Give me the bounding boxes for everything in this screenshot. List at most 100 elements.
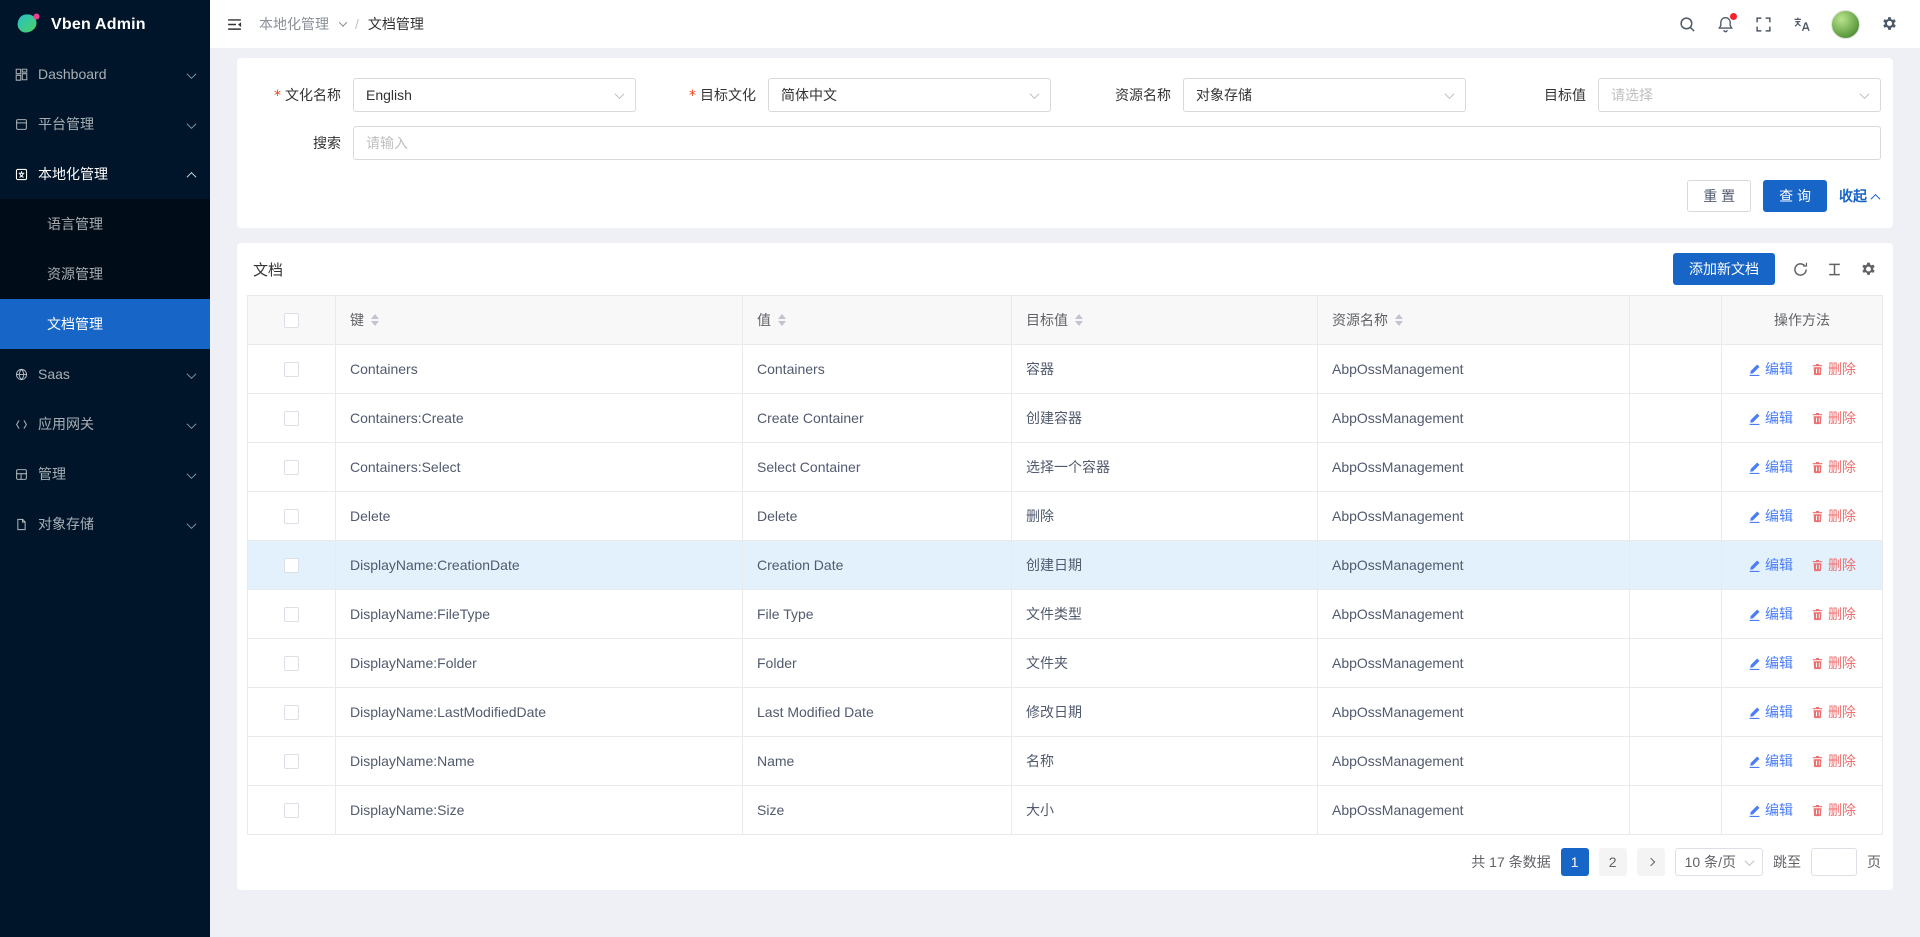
delete-button[interactable]: 删除: [1811, 604, 1856, 624]
table-row[interactable]: DisplayName:FileType File Type 文件类型 AbpO…: [248, 590, 1883, 639]
delete-button[interactable]: 删除: [1811, 555, 1856, 575]
select-all-checkbox[interactable]: [284, 313, 299, 328]
edit-button[interactable]: 编辑: [1748, 800, 1793, 820]
column-settings-gear-icon[interactable]: [1860, 261, 1877, 278]
page-size-select[interactable]: 10 条/页: [1675, 848, 1763, 876]
search-icon[interactable]: [1679, 16, 1696, 33]
sidebar-item-language-management[interactable]: 语言管理: [0, 199, 210, 249]
row-checkbox[interactable]: [284, 362, 299, 377]
sidebar-item-label: 文档管理: [47, 314, 103, 334]
user-avatar[interactable]: [1831, 10, 1860, 39]
jump-label: 跳至: [1773, 852, 1801, 872]
column-header-target[interactable]: 目标值: [1012, 296, 1318, 345]
edit-button[interactable]: 编辑: [1748, 653, 1793, 673]
culture-name-select[interactable]: English: [353, 78, 636, 112]
cell-resource: AbpOssManagement: [1318, 541, 1630, 590]
row-checkbox[interactable]: [284, 411, 299, 426]
row-checkbox[interactable]: [284, 558, 299, 573]
breadcrumb-parent[interactable]: 本地化管理: [259, 14, 329, 34]
row-checkbox[interactable]: [284, 509, 299, 524]
sidebar-item-dashboard[interactable]: Dashboard: [0, 49, 210, 99]
row-checkbox[interactable]: [284, 656, 299, 671]
fullscreen-icon[interactable]: [1755, 16, 1772, 33]
column-header-key[interactable]: 键: [336, 296, 743, 345]
row-checkbox[interactable]: [284, 607, 299, 622]
table-row[interactable]: Containers Containers 容器 AbpOssManagemen…: [248, 345, 1883, 394]
delete-button[interactable]: 删除: [1811, 408, 1856, 428]
table-row[interactable]: Delete Delete 删除 AbpOssManagement 编辑 删除: [248, 492, 1883, 541]
sidebar-item-document-management[interactable]: 文档管理: [0, 299, 210, 349]
table-row[interactable]: Containers:Select Select Container 选择一个容…: [248, 443, 1883, 492]
query-button[interactable]: 查 询: [1763, 180, 1827, 212]
next-page-button[interactable]: [1637, 848, 1665, 876]
sort-icon[interactable]: [371, 314, 379, 326]
edit-button[interactable]: 编辑: [1748, 702, 1793, 722]
sort-icon[interactable]: [1395, 314, 1403, 326]
notification-bell-icon[interactable]: [1717, 16, 1734, 33]
cell-value: File Type: [743, 590, 1012, 639]
table-row[interactable]: DisplayName:Folder Folder 文件夹 AbpOssMana…: [248, 639, 1883, 688]
row-checkbox[interactable]: [284, 754, 299, 769]
edit-button[interactable]: 编辑: [1748, 751, 1793, 771]
resource-name-label: 资源名称: [1079, 85, 1183, 105]
settings-gear-icon[interactable]: [1881, 16, 1898, 33]
collapse-link[interactable]: 收起: [1839, 186, 1879, 206]
target-value-select[interactable]: 请选择: [1598, 78, 1881, 112]
target-culture-select[interactable]: 简体中文: [768, 78, 1051, 112]
sidebar-item-platform[interactable]: 平台管理: [0, 99, 210, 149]
edit-button[interactable]: 编辑: [1748, 604, 1793, 624]
table-row[interactable]: Containers:Create Create Container 创建容器 …: [248, 394, 1883, 443]
search-input[interactable]: [354, 127, 1880, 159]
sidebar-item-gateway[interactable]: 应用网关: [0, 399, 210, 449]
row-checkbox[interactable]: [284, 803, 299, 818]
table-row[interactable]: DisplayName:Name Name 名称 AbpOssManagemen…: [248, 737, 1883, 786]
delete-button[interactable]: 删除: [1811, 702, 1856, 722]
edit-button[interactable]: 编辑: [1748, 359, 1793, 379]
delete-button[interactable]: 删除: [1811, 506, 1856, 526]
column-header-resource[interactable]: 资源名称: [1318, 296, 1630, 345]
edit-button[interactable]: 编辑: [1748, 506, 1793, 526]
sidebar-item-object-storage[interactable]: 对象存储: [0, 499, 210, 549]
logo[interactable]: Vben Admin: [0, 0, 210, 49]
documents-table: 键 值 目标值 资源名: [247, 295, 1883, 835]
sort-icon[interactable]: [1075, 314, 1083, 326]
edit-button[interactable]: 编辑: [1748, 457, 1793, 477]
menu-fold-icon[interactable]: [226, 16, 243, 33]
sidebar-item-management[interactable]: 管理: [0, 449, 210, 499]
delete-button[interactable]: 删除: [1811, 751, 1856, 771]
column-height-icon[interactable]: [1826, 261, 1843, 278]
cell-resource: AbpOssManagement: [1318, 345, 1630, 394]
page-button-1[interactable]: 1: [1561, 848, 1589, 876]
sidebar-item-resource-management[interactable]: 资源管理: [0, 249, 210, 299]
reset-button[interactable]: 重 置: [1687, 180, 1751, 212]
sort-icon[interactable]: [778, 314, 786, 326]
resource-name-value: 对象存储: [1196, 85, 1252, 105]
row-checkbox[interactable]: [284, 460, 299, 475]
notification-badge-dot: [1730, 13, 1737, 20]
row-checkbox[interactable]: [284, 705, 299, 720]
chevron-down-icon: [188, 466, 195, 482]
translate-icon[interactable]: [1793, 16, 1810, 33]
resource-name-select[interactable]: 对象存储: [1183, 78, 1466, 112]
table-row-highlighted[interactable]: DisplayName:CreationDate Creation Date 创…: [248, 541, 1883, 590]
filter-actions: 重 置 查 询 收起: [249, 180, 1881, 212]
topbar: 本地化管理 / 文档管理: [210, 0, 1920, 49]
edit-button[interactable]: 编辑: [1748, 555, 1793, 575]
table-row[interactable]: DisplayName:Size Size 大小 AbpOssManagemen…: [248, 786, 1883, 835]
field-search: 搜索: [249, 126, 1881, 160]
panel-toolbar: 文档 添加新文档: [247, 243, 1883, 295]
refresh-icon[interactable]: [1792, 261, 1809, 278]
edit-button[interactable]: 编辑: [1748, 408, 1793, 428]
delete-button[interactable]: 删除: [1811, 653, 1856, 673]
sidebar-item-saas[interactable]: Saas: [0, 349, 210, 399]
sidebar-item-localization[interactable]: 本地化管理: [0, 149, 210, 199]
delete-button[interactable]: 删除: [1811, 800, 1856, 820]
cell-resource: AbpOssManagement: [1318, 394, 1630, 443]
jump-page-input[interactable]: [1811, 848, 1857, 876]
page-button-2[interactable]: 2: [1599, 848, 1627, 876]
column-header-value[interactable]: 值: [743, 296, 1012, 345]
add-document-button[interactable]: 添加新文档: [1673, 253, 1775, 285]
delete-button[interactable]: 删除: [1811, 359, 1856, 379]
table-row[interactable]: DisplayName:LastModifiedDate Last Modifi…: [248, 688, 1883, 737]
delete-button[interactable]: 删除: [1811, 457, 1856, 477]
